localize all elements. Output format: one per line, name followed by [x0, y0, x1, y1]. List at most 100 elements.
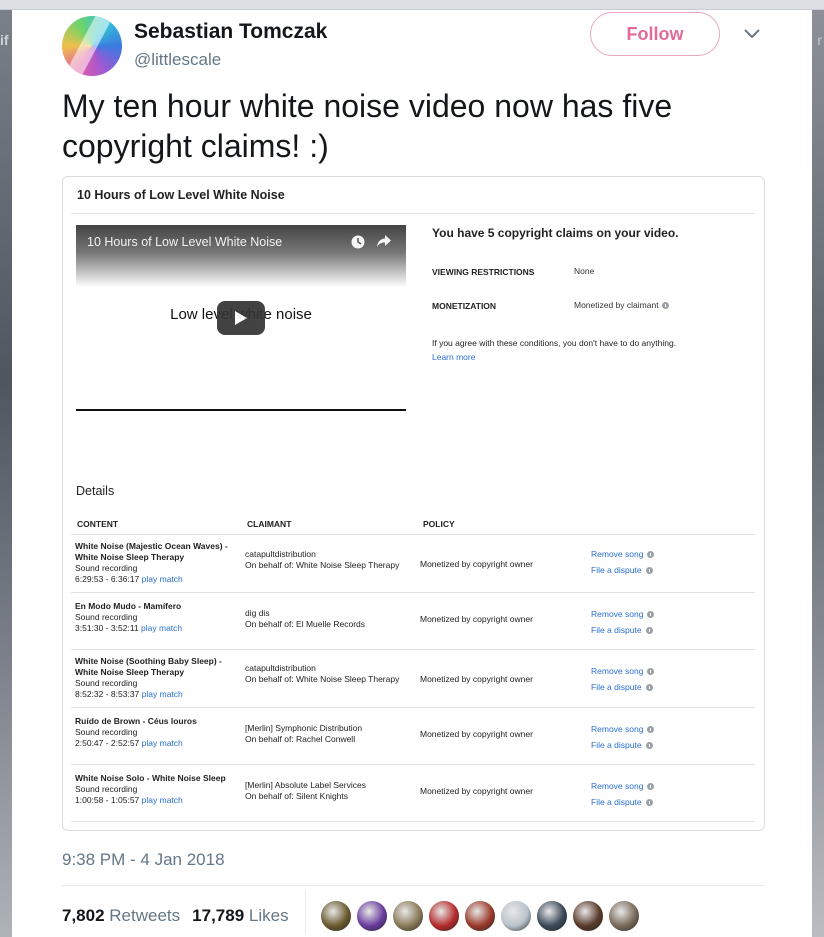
details-heading: Details [76, 484, 115, 498]
tweet-stats: 7,802 Retweets 17,789 Likes [62, 906, 289, 926]
content-type: Sound recording [75, 784, 138, 794]
info-icon[interactable] [647, 667, 655, 675]
file-dispute-link[interactable]: File a dispute [591, 679, 642, 695]
actions-cell: Remove song File a dispute [591, 721, 655, 753]
user-handle[interactable]: @littlescale [134, 50, 221, 70]
likes-stat[interactable]: 17,789 Likes [192, 906, 288, 926]
liker-avatar[interactable] [536, 900, 568, 932]
remove-song-link[interactable]: Remove song [591, 721, 643, 737]
remove-song-link[interactable]: Remove song [591, 606, 643, 622]
table-row: White Noise (Majestic Ocean Waves) - Whi… [71, 535, 755, 592]
play-button[interactable] [217, 301, 265, 335]
liker-avatar[interactable] [608, 900, 640, 932]
claimant-cell: dig dis On behalf of: El Muelle Records [245, 608, 413, 630]
content-cell: En Modo Mudo - Mamífero Sound recording … [75, 601, 240, 634]
claimant-name: dig dis [245, 608, 270, 618]
background-edge-text-right: r [817, 32, 822, 48]
agree-text: If you agree with these conditions, you … [432, 338, 677, 348]
display-name[interactable]: Sebastian Tomczak [134, 20, 327, 44]
liker-avatar[interactable] [428, 900, 460, 932]
file-dispute-link[interactable]: File a dispute [591, 794, 642, 810]
content-title: En Modo Mudo - Mamífero [75, 601, 182, 611]
viewing-restrictions-label: VIEWING RESTRICTIONS [432, 267, 535, 277]
actions-cell: Remove song File a dispute [591, 606, 655, 638]
play-match-link[interactable]: play match [142, 689, 183, 699]
info-icon[interactable] [661, 301, 669, 309]
retweets-stat[interactable]: 7,802 Retweets [62, 906, 180, 926]
content-type: Sound recording [75, 727, 138, 737]
content-title: White Noise (Soothing Baby Sleep) - Whit… [75, 656, 222, 677]
info-icon[interactable] [645, 683, 653, 691]
avatar[interactable] [62, 16, 122, 76]
content-title: Ruído de Brown - Céus louros [75, 716, 197, 726]
liker-avatar[interactable] [500, 900, 532, 932]
video-bottom-line [76, 409, 406, 411]
learn-more-link[interactable]: Learn more [432, 352, 475, 362]
claimant-behalf: On behalf of: El Muelle Records [245, 619, 366, 629]
liker-avatar[interactable] [464, 900, 496, 932]
follow-button[interactable]: Follow [590, 12, 720, 56]
play-match-link[interactable]: play match [141, 623, 182, 633]
column-header-content: CONTENT [77, 519, 119, 529]
claimant-cell: catapultdistribution On behalf of: White… [245, 549, 413, 571]
table-row: En Modo Mudo - Mamífero Sound recording … [71, 593, 755, 650]
video-title: 10 Hours of Low Level White Noise [87, 235, 283, 249]
file-dispute-link[interactable]: File a dispute [591, 622, 642, 638]
liker-avatar[interactable] [392, 900, 424, 932]
info-icon[interactable] [645, 741, 653, 749]
content-cell: White Noise Solo - White Noise Sleep Sou… [75, 773, 240, 806]
likes-label: Likes [248, 906, 289, 925]
content-time: 1:00:58 - 1:05:57 [75, 795, 140, 805]
info-icon[interactable] [647, 725, 655, 733]
column-header-policy: POLICY [423, 519, 455, 529]
actions-cell: Remove song File a dispute [591, 778, 655, 810]
likes-count: 17,789 [192, 906, 245, 925]
embedded-screenshot[interactable]: 10 Hours of Low Level White Noise 10 Hou… [62, 176, 765, 831]
file-dispute-link[interactable]: File a dispute [591, 562, 642, 578]
info-icon[interactable] [647, 550, 655, 558]
browser-top-strip [0, 0, 824, 10]
info-icon[interactable] [645, 626, 653, 634]
share-icon[interactable] [376, 234, 392, 248]
claims-heading: You have 5 copyright claims on your vide… [432, 226, 679, 240]
column-header-claimant: CLAIMANT [247, 519, 292, 529]
tweet-timestamp[interactable]: 9:38 PM - 4 Jan 2018 [62, 850, 225, 870]
clock-icon[interactable] [351, 235, 365, 249]
liker-avatar[interactable] [572, 900, 604, 932]
embed-title: 10 Hours of Low Level White Noise [77, 188, 285, 202]
table-row: Ruído de Brown - Céus louros Sound recor… [71, 708, 755, 765]
play-match-link[interactable]: play match [142, 738, 183, 748]
table-row: White Noise (Soothing Baby Sleep) - Whit… [71, 650, 755, 707]
content-time: 6:29:53 - 6:36:17 [75, 574, 140, 584]
liker-avatar[interactable] [320, 900, 352, 932]
chevron-down-icon[interactable] [743, 26, 761, 40]
remove-song-link[interactable]: Remove song [591, 546, 643, 562]
viewing-restrictions-text: None [574, 266, 595, 276]
divider [71, 213, 755, 214]
info-icon[interactable] [647, 610, 655, 618]
info-icon[interactable] [645, 798, 653, 806]
play-match-link[interactable]: play match [142, 574, 183, 584]
content-time: 3:51:30 - 3:52:11 [75, 623, 139, 633]
info-icon[interactable] [647, 782, 655, 790]
background-right-edge [812, 10, 824, 937]
liker-avatar[interactable] [356, 900, 388, 932]
background-edge-text-left: if [0, 32, 9, 48]
play-match-link[interactable]: play match [142, 795, 183, 805]
info-icon[interactable] [645, 566, 653, 574]
policy-cell: Monetized by copyright owner [420, 614, 533, 624]
liker-avatars [320, 900, 640, 932]
row-divider [71, 821, 755, 822]
content-time: 8:52:32 - 8:53:37 [75, 689, 140, 699]
claimant-name: catapultdistribution [245, 549, 316, 559]
monetization-value: Monetized by claimant [574, 300, 669, 310]
monetization-label: MONETIZATION [432, 301, 497, 311]
content-type: Sound recording [75, 612, 138, 622]
content-type: Sound recording [75, 563, 138, 573]
remove-song-link[interactable]: Remove song [591, 778, 643, 794]
remove-song-link[interactable]: Remove song [591, 663, 643, 679]
video-player[interactable]: 10 Hours of Low Level White Noise Low le… [76, 225, 406, 411]
claimant-behalf: On behalf of: White Noise Sleep Therapy [245, 560, 400, 570]
viewing-restrictions-value: None [574, 266, 594, 276]
file-dispute-link[interactable]: File a dispute [591, 737, 642, 753]
